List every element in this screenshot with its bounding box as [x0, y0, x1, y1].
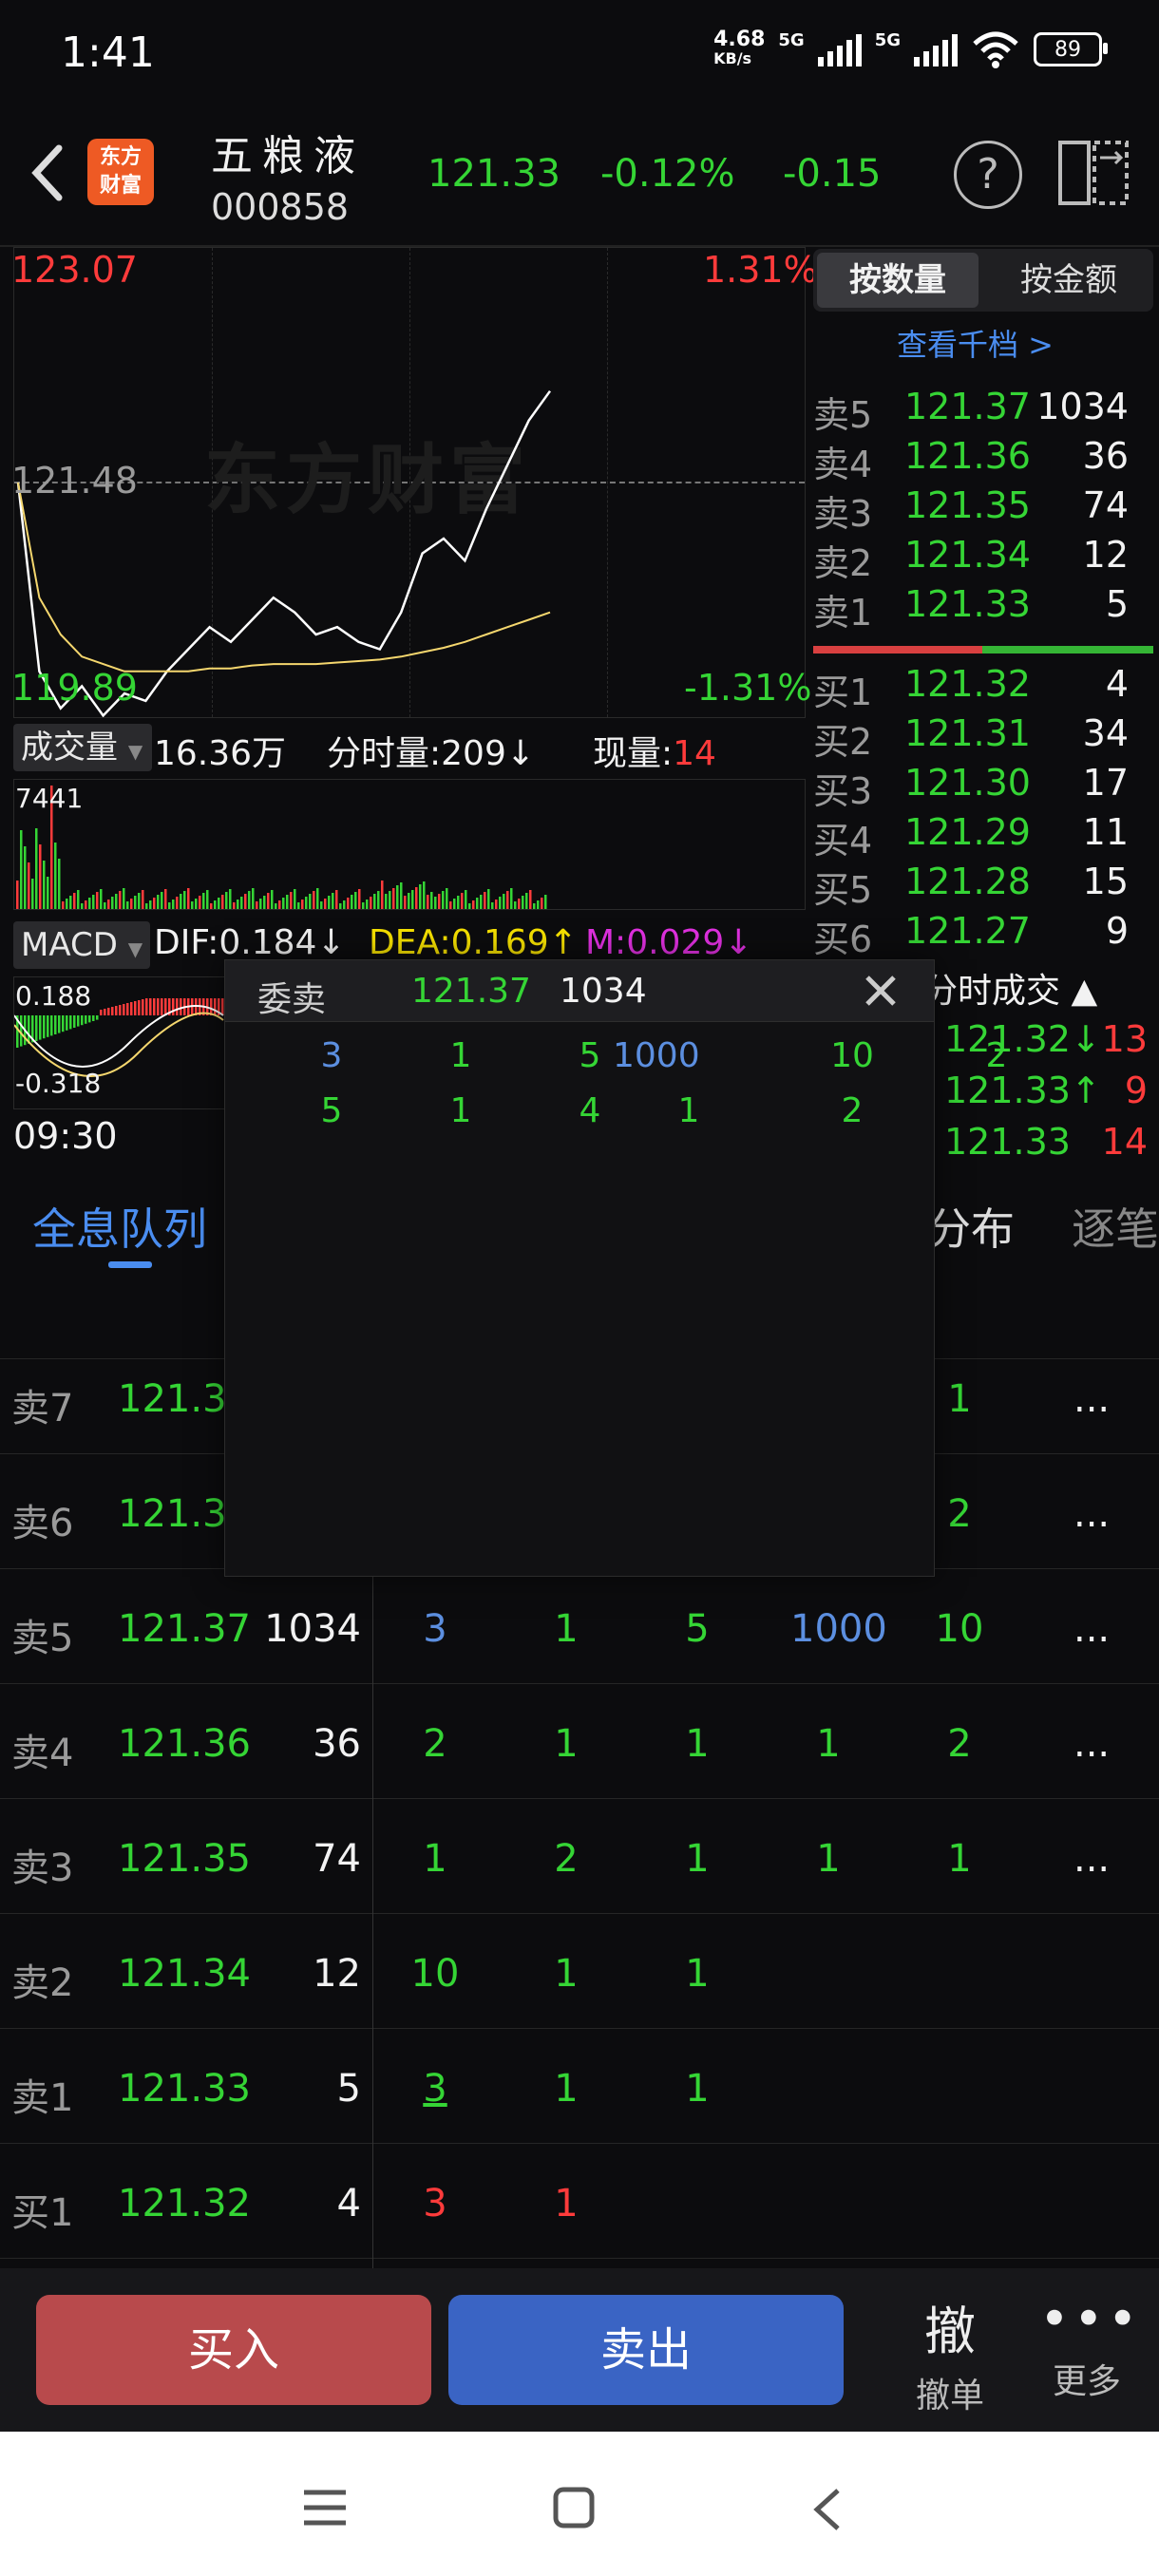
- queue-order: 1: [685, 1837, 710, 1881]
- queue-order: 2: [554, 1837, 579, 1881]
- queue-volume: 5: [336, 2067, 361, 2111]
- queue-order: 1: [554, 1722, 579, 1766]
- close-icon[interactable]: [862, 972, 900, 1010]
- queue-label: 卖2: [11, 1961, 74, 2005]
- queue-volume: 36: [313, 1722, 361, 1766]
- queue-order: 1: [816, 1837, 841, 1881]
- queue-order: 1: [685, 1952, 710, 1996]
- queue-order: 5: [685, 1607, 710, 1651]
- nav-back-icon[interactable]: [809, 2487, 847, 2532]
- queue-order: 2: [947, 1722, 972, 1766]
- queue-row[interactable]: 卖1 121.33 5 3 1 1: [0, 2029, 1159, 2144]
- queue-price: 121.37: [118, 1607, 251, 1651]
- queue-more[interactable]: ...: [1074, 1607, 1110, 1651]
- queue-price: 121.33: [118, 2067, 251, 2111]
- queue-more[interactable]: ...: [1074, 1492, 1110, 1536]
- queue-label: 卖5: [11, 1617, 74, 1660]
- popup-order: 5: [320, 1091, 343, 1130]
- queue-order: 1000: [790, 1607, 887, 1651]
- queue-volume: 12: [313, 1952, 361, 1996]
- queue-label: 卖1: [11, 2076, 74, 2120]
- queue-order: 2: [423, 1722, 447, 1766]
- popup-order: 4: [579, 1091, 601, 1130]
- queue-order: 1: [554, 1607, 579, 1651]
- popup-order: 1: [449, 1091, 472, 1130]
- queue-order: 1: [947, 1837, 972, 1881]
- queue-volume: 4: [336, 2182, 361, 2226]
- cancel-icon: 撤: [924, 2301, 976, 2361]
- queue-order: 1: [423, 1837, 447, 1881]
- menu-icon[interactable]: [302, 2489, 348, 2527]
- queue-order: 1: [554, 2067, 579, 2111]
- queue-volume: 74: [313, 1837, 361, 1881]
- queue-price: 121.32: [118, 2182, 251, 2226]
- queue-order: 1: [685, 1722, 710, 1766]
- buy-button[interactable]: 买入: [36, 2295, 431, 2405]
- queue-order: 1: [816, 1722, 841, 1766]
- queue-order: 3: [423, 1607, 447, 1651]
- popup-order: 3: [320, 1036, 343, 1075]
- queue-label: 卖6: [11, 1502, 74, 1545]
- order-detail-popup: 委卖 121.37 1034 3 1 5 1000 10 2 51412: [224, 959, 1007, 1577]
- more-button[interactable]: ••• 更多: [1039, 2289, 1142, 2403]
- popup-order: 1: [677, 1091, 700, 1130]
- queue-more[interactable]: ...: [1074, 1377, 1110, 1421]
- queue-label: 买1: [11, 2191, 74, 2235]
- cancel-order-button[interactable]: 撤 撤单: [902, 2289, 998, 2417]
- queue-volume: 1034: [264, 1607, 361, 1651]
- popup-order: 2: [841, 1091, 864, 1130]
- queue-row[interactable]: 卖3 121.35 74 1 2 1 1 1...: [0, 1799, 1159, 1914]
- sell-button[interactable]: 卖出: [448, 2295, 844, 2405]
- popup-order: 10: [830, 1036, 874, 1075]
- queue-order: 10: [935, 1607, 984, 1651]
- popup-order: 1000: [613, 1036, 700, 1075]
- queue-row[interactable]: 卖4 121.36 36 2 1 1 1 2...: [0, 1684, 1159, 1799]
- home-icon[interactable]: [553, 2487, 595, 2529]
- popup-title: 委卖: [257, 980, 327, 1019]
- queue-price: 121.36: [118, 1722, 251, 1766]
- queue-more[interactable]: ...: [1074, 1837, 1110, 1881]
- queue-row[interactable]: 卖5 121.37 1034 3 1 5 1000 10...: [0, 1569, 1159, 1684]
- queue-order: 1: [685, 2067, 710, 2111]
- queue-order: 10: [410, 1952, 460, 1996]
- queue-more[interactable]: ...: [1074, 1722, 1110, 1766]
- queue-label: 卖3: [11, 1847, 74, 1890]
- queue-order: 3: [423, 2067, 447, 2111]
- more-icon: •••: [1039, 2289, 1142, 2349]
- popup-price: 121.37: [411, 972, 531, 1011]
- system-nav-bar: [0, 2432, 1159, 2576]
- queue-row[interactable]: 卖2 121.34 12 10 1 1: [0, 1914, 1159, 2029]
- queue-label: 卖7: [11, 1387, 74, 1430]
- queue-order: 1: [554, 2182, 579, 2226]
- popup-order: 1: [449, 1036, 472, 1075]
- popup-order: 2: [985, 1036, 1008, 1075]
- queue-label: 卖4: [11, 1732, 74, 1775]
- queue-order: 1: [554, 1952, 579, 1996]
- queue-price: 121.35: [118, 1837, 251, 1881]
- queue-order: 3: [423, 2182, 447, 2226]
- queue-row[interactable]: 买1 121.32 4 3 1: [0, 2144, 1159, 2259]
- popup-volume: 1034: [560, 972, 647, 1011]
- queue-price: 121.34: [118, 1952, 251, 1996]
